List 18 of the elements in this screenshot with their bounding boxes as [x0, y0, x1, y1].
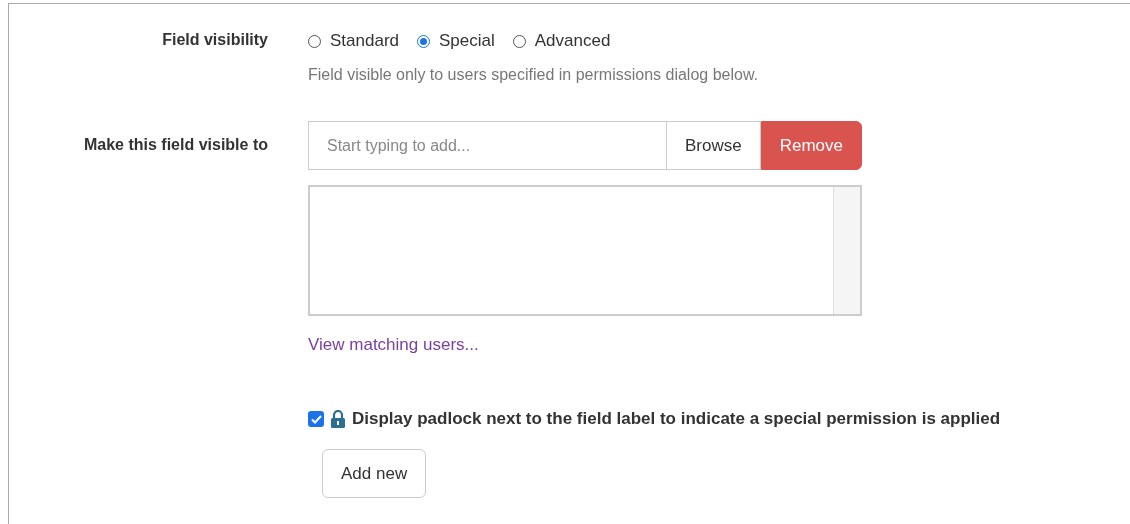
- checkbox[interactable]: [308, 411, 324, 427]
- radio-label: Advanced: [534, 31, 611, 51]
- user-search-field[interactable]: Start typing to add...: [308, 121, 666, 170]
- remove-button[interactable]: Remove: [760, 121, 862, 170]
- radio-label: Special: [439, 31, 495, 51]
- radio-label: Standard: [330, 31, 399, 51]
- radio-option[interactable]: Special: [417, 31, 495, 51]
- field-label: Field visibility: [161, 30, 268, 50]
- hint-text: Field visible only to users specified in permissions dialog below.: [308, 66, 759, 84]
- view-users-link[interactable]: View matching users...: [308, 335, 479, 355]
- field-label: Make this field visible to: [82, 135, 268, 155]
- radio-option[interactable]: Standard: [308, 31, 399, 51]
- radio-option[interactable]: Advanced: [512, 31, 611, 51]
- padlock-icon: [330, 410, 346, 428]
- add-new-button[interactable]: Add new: [322, 449, 427, 498]
- checkbox-label: Display padlock next to the field label to indicate a special permission is applied: [352, 409, 1001, 429]
- scrollbar-track[interactable]: [833, 187, 860, 314]
- browse-button[interactable]: Browse: [666, 121, 761, 170]
